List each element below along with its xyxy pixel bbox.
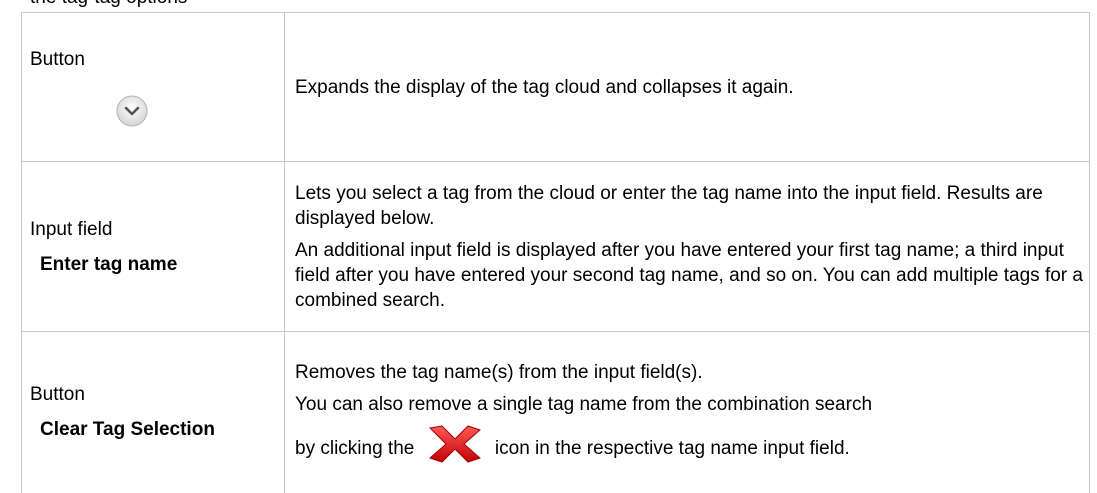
description-text-with-icon: by clicking the icon in the respective t… — [295, 424, 1089, 464]
red-x-icon — [428, 425, 481, 463]
table-row: Button Clear Tag Selection Removes the t… — [21, 331, 1090, 493]
element-cell: Input field Enter tag name — [21, 161, 285, 332]
description-text: An additional input field is displayed a… — [295, 239, 1083, 311]
description-cell: Removes the tag name(s) from the input f… — [284, 331, 1090, 493]
element-type-label: Input field — [30, 218, 113, 240]
element-type-label: Button — [30, 384, 85, 406]
element-cell: Button — [21, 12, 285, 162]
element-name-label: Enter tag name — [40, 253, 178, 275]
inline-text-after: icon in the respective tag name input fi… — [494, 438, 850, 460]
element-name-label: Clear Tag Selection — [40, 419, 215, 441]
document-page: the tag-tag options Button Expands t — [0, 0, 1097, 493]
table-row: Input field Enter tag name Lets you sele… — [21, 161, 1090, 332]
inline-text-before: by clicking the — [295, 438, 415, 460]
options-table: Button Expands the display of the tag cl… — [21, 12, 1090, 493]
cut-off-heading: the tag-tag options — [30, 0, 187, 9]
description-text: Removes the tag name(s) from the input f… — [295, 362, 703, 384]
description-text: Lets you select a tag from the cloud or … — [295, 182, 1043, 229]
description-text: You can also remove a single tag name fr… — [295, 394, 873, 416]
description-cell: Expands the display of the tag cloud and… — [284, 12, 1090, 162]
element-cell: Button Clear Tag Selection — [21, 331, 285, 493]
chevron-down-circle-icon[interactable] — [115, 94, 149, 128]
description-cell: Lets you select a tag from the cloud or … — [284, 161, 1090, 332]
element-type-label: Button — [30, 48, 85, 70]
description-text: Expands the display of the tag cloud and… — [295, 76, 794, 98]
table-row: Button Expands the display of the tag cl… — [21, 12, 1090, 162]
